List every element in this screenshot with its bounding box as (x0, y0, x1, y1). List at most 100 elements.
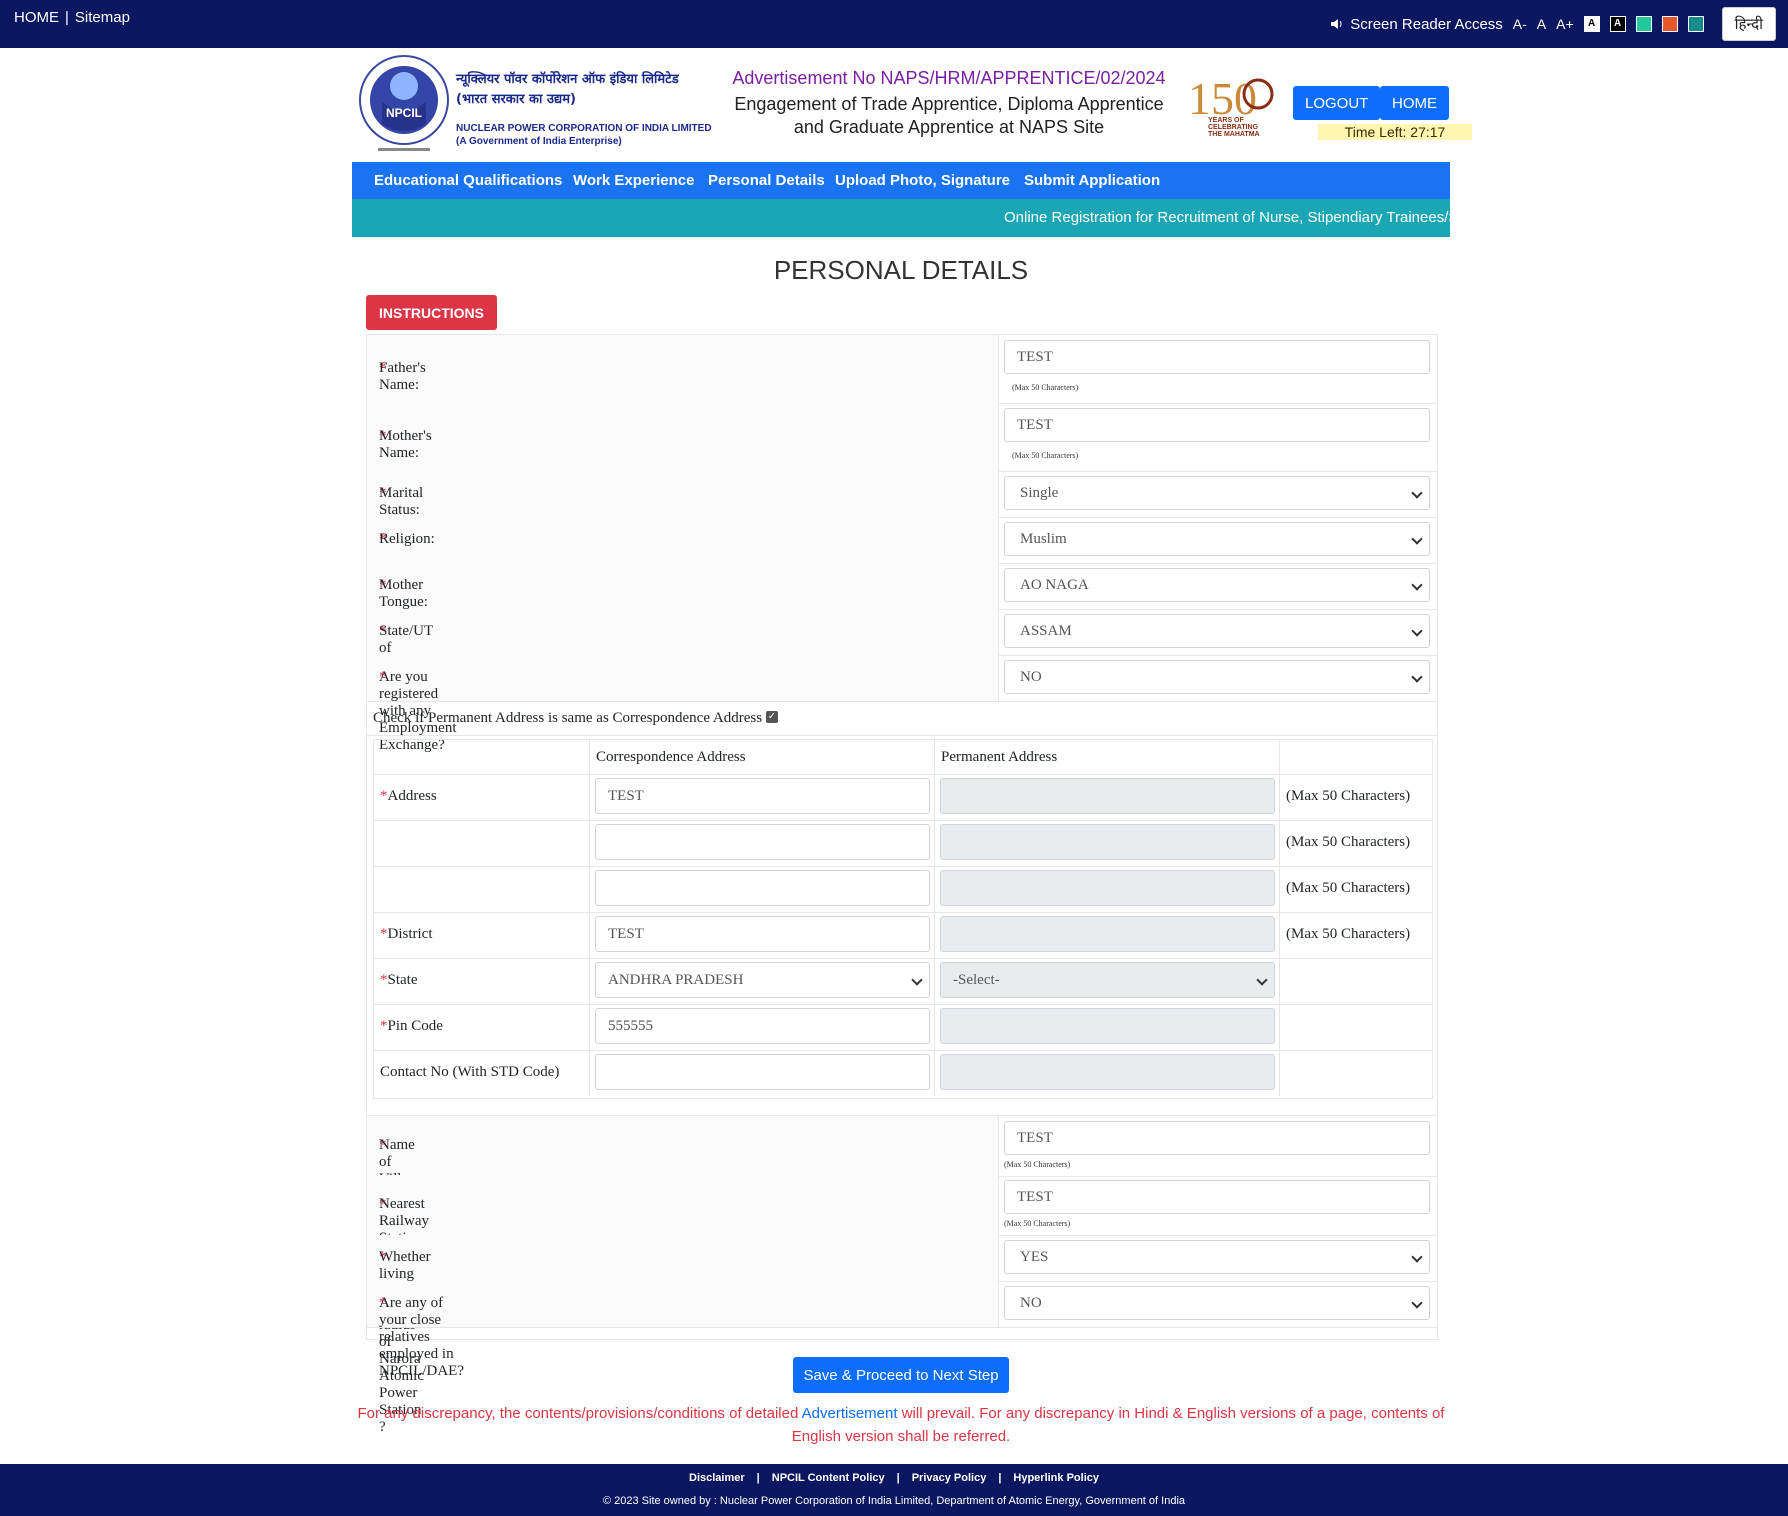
speaker-icon (1331, 19, 1342, 29)
advertisement-title: Engagement of Trade Apprentice, Diploma … (714, 93, 1184, 139)
mother-tongue-select[interactable]: AO NAGA (1004, 568, 1430, 602)
badge-text-3: THE MAHATMA (1208, 131, 1260, 138)
corr-address-line2-input[interactable] (595, 824, 930, 860)
theme-black-button[interactable]: A (1609, 16, 1626, 32)
max-chars-hint: (Max 50 Characters) (1286, 926, 1411, 942)
home-link[interactable]: HOME (14, 9, 59, 26)
state-row: *State ANDHRA PRADESH -Select- (374, 958, 1432, 1005)
hindi-language-button[interactable]: हिन्दी (1721, 7, 1776, 41)
hint-cell (1280, 1004, 1432, 1050)
label-cell (374, 820, 590, 866)
railway-station-input[interactable]: TEST (1004, 1180, 1430, 1214)
logout-button[interactable]: LOGOUT (1293, 86, 1381, 120)
disclaimer-link[interactable]: Disclaimer (689, 1472, 745, 1484)
perm-contact-input[interactable] (940, 1054, 1275, 1090)
corr-address-line1-input[interactable]: TEST (595, 778, 930, 814)
nav-work-experience[interactable]: Work Experience (573, 172, 694, 189)
domicile-select[interactable]: ASSAM (1004, 614, 1430, 648)
instructions-button[interactable]: INSTRUCTIONS (366, 295, 497, 330)
footer-links: Disclaimer | NPCIL Content Policy | Privacy … (0, 1472, 1788, 1484)
theme-green-button[interactable] (1635, 16, 1652, 32)
mother-name-input[interactable]: TEST (1004, 408, 1430, 442)
input-cell (935, 820, 1280, 866)
hint-cell: (Max 50 Characters) (1280, 866, 1432, 912)
save-proceed-button[interactable]: Save & Proceed to Next Step (793, 1357, 1009, 1393)
corr-district-input[interactable]: TEST (595, 916, 930, 952)
input-cell (590, 820, 935, 866)
perm-address-line2-input[interactable] (940, 824, 1275, 860)
input-cell (590, 866, 935, 912)
input-cell (935, 774, 1280, 820)
row-label: * Mother Tongue: (367, 563, 999, 610)
employment-exchange-select[interactable]: NO (1004, 660, 1430, 694)
org-name-english-line1: NUCLEAR POWER CORPORATION OF INDIA LIMIT… (456, 123, 712, 134)
header-cell (1280, 740, 1432, 774)
row-label: * Mother's Name: (367, 403, 999, 471)
domicile-row: *State/UT of Domicile: ASSAM (367, 609, 1437, 673)
perm-district-input[interactable] (940, 916, 1275, 952)
input-cell (590, 1050, 935, 1096)
nav-personal-details[interactable]: Personal Details (708, 172, 825, 189)
theme-white-button[interactable]: A (1583, 16, 1600, 32)
label-cell (374, 866, 590, 912)
ticker-text[interactable]: Online Registration for Recruitment of N… (1004, 209, 1450, 226)
marital-status-label: Marital Status: (379, 485, 424, 518)
label-cell: *Pin Code (374, 1004, 590, 1050)
advertisement-title-line2: and Graduate Apprentice at NAPS Site (793, 117, 1105, 137)
theme-orange-button[interactable] (1661, 16, 1678, 32)
perm-pin-code-input[interactable] (940, 1008, 1275, 1044)
mother-name-label: Mother's Name: (379, 428, 432, 461)
narora-radius-row: *Whether living within 16 km radius of N… (367, 1235, 1437, 1435)
father-name-input[interactable]: TEST (1004, 340, 1430, 374)
max-chars-hint: (Max 50 Characters) (1286, 788, 1411, 804)
corr-contact-input[interactable] (595, 1054, 930, 1090)
perm-state-select[interactable]: -Select- (940, 962, 1275, 998)
theme-teal-button[interactable] (1687, 16, 1704, 32)
privacy-policy-link[interactable]: Privacy Policy (912, 1472, 987, 1484)
religion-select[interactable]: Muslim (1004, 522, 1430, 556)
nav-educational-qualifications[interactable]: Educational Qualifications (374, 172, 562, 189)
font-increase-button[interactable]: A+ (1556, 16, 1574, 32)
village-hint: (Max 50 Characters) (1004, 1160, 1071, 1169)
font-decrease-button[interactable]: A- (1513, 16, 1527, 32)
village-row: *Name of Village: TEST (Max 50 Character… (367, 1115, 1437, 1187)
site-header: NPCIL न्यूक्लियर पॉवर कॉर्पोरेशन ऑफ इंडि… (352, 48, 1472, 162)
advertisement-link[interactable]: Advertisement (802, 1405, 898, 1422)
row-label: *Whether living within 16 km radius of N… (367, 1235, 999, 1435)
content-policy-link[interactable]: NPCIL Content Policy (772, 1472, 885, 1484)
relatives-row: * Are any of your close relatives employe… (367, 1281, 1437, 1379)
perm-address-line1-input[interactable] (940, 778, 1275, 814)
note-text-1: For any discrepancy, the contents/provis… (357, 1405, 802, 1422)
org-name-english-line2: (A Government of India Enterprise) (456, 136, 622, 147)
font-normal-button[interactable]: A (1537, 16, 1546, 32)
label-cell: *Address (374, 774, 590, 820)
corr-address-line3-input[interactable] (595, 870, 930, 906)
badge-text-1: YEARS OF (1208, 117, 1245, 124)
screen-reader-link[interactable]: Screen Reader Access (1330, 16, 1503, 33)
corr-pin-code-input[interactable]: 555555 (595, 1008, 930, 1044)
nav-upload-photo-signature[interactable]: Upload Photo, Signature (835, 172, 1010, 189)
relatives-select[interactable]: NO (1004, 1286, 1430, 1320)
hyperlink-policy-link[interactable]: Hyperlink Policy (1013, 1472, 1099, 1484)
religion-label: Religion: (379, 531, 435, 547)
narora-radius-select[interactable]: YES (1004, 1240, 1430, 1274)
same-address-label: Check if Permanent Address is same as Co… (373, 710, 763, 726)
nav-submit-application[interactable]: Submit Application (1024, 172, 1160, 189)
corr-state-select[interactable]: ANDHRA PRADESH (595, 962, 930, 998)
same-address-checkbox[interactable]: ✓ (766, 711, 778, 723)
home-button[interactable]: HOME (1380, 86, 1449, 120)
top-bar: HOME | Sitemap Screen Reader Access A- A A… (0, 0, 1788, 48)
marital-status-select[interactable]: Single (1004, 476, 1430, 510)
relatives-label: Are any of your close relatives employed… (379, 1295, 464, 1379)
village-input[interactable]: TEST (1004, 1121, 1430, 1155)
max-chars-hint: (Max 50 Characters) (1286, 880, 1411, 896)
perm-address-line3-input[interactable] (940, 870, 1275, 906)
page-title: PERSONAL DETAILS (773, 255, 1029, 285)
row-label: *State/UT of Domicile: (367, 609, 999, 673)
sitemap-link[interactable]: Sitemap (75, 9, 130, 26)
railway-station-hint: (Max 50 Characters) (1004, 1219, 1071, 1228)
input-cell: TEST (590, 912, 935, 958)
address-table: Correspondence Address Permanent Address… (373, 739, 1433, 1099)
input-cell: ANDHRA PRADESH (590, 958, 935, 1004)
org-name-english: NUCLEAR POWER CORPORATION OF INDIA LIMIT… (456, 122, 712, 148)
